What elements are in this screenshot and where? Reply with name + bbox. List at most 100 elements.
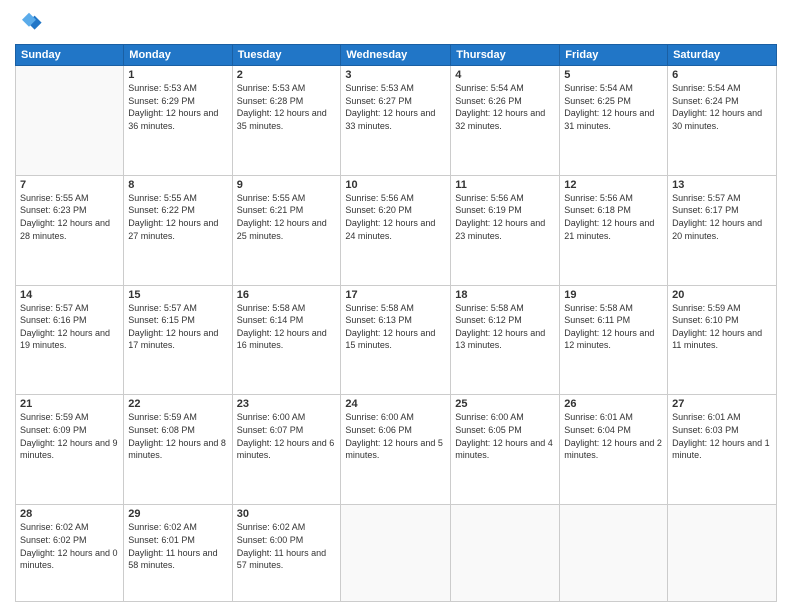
calendar-cell: 17Sunrise: 5:58 AMSunset: 6:13 PMDayligh… bbox=[341, 285, 451, 395]
day-info: Sunrise: 5:55 AMSunset: 6:22 PMDaylight:… bbox=[128, 192, 227, 242]
weekday-header-friday: Friday bbox=[560, 45, 668, 66]
day-info: Sunrise: 5:55 AMSunset: 6:21 PMDaylight:… bbox=[237, 192, 337, 242]
day-number: 1 bbox=[128, 69, 227, 81]
day-info: Sunrise: 5:53 AMSunset: 6:27 PMDaylight:… bbox=[345, 82, 446, 132]
weekday-header-saturday: Saturday bbox=[668, 45, 777, 66]
day-number: 19 bbox=[564, 289, 663, 301]
logo bbox=[15, 10, 47, 38]
day-info: Sunrise: 5:59 AMSunset: 6:10 PMDaylight:… bbox=[672, 302, 772, 352]
day-number: 8 bbox=[128, 179, 227, 191]
day-number: 17 bbox=[345, 289, 446, 301]
day-number: 22 bbox=[128, 398, 227, 410]
day-number: 30 bbox=[237, 508, 337, 520]
day-number: 18 bbox=[455, 289, 555, 301]
weekday-header-row: SundayMondayTuesdayWednesdayThursdayFrid… bbox=[16, 45, 777, 66]
week-row-1: 1Sunrise: 5:53 AMSunset: 6:29 PMDaylight… bbox=[16, 66, 777, 176]
day-info: Sunrise: 5:56 AMSunset: 6:18 PMDaylight:… bbox=[564, 192, 663, 242]
day-info: Sunrise: 6:00 AMSunset: 6:06 PMDaylight:… bbox=[345, 411, 446, 461]
day-info: Sunrise: 5:54 AMSunset: 6:25 PMDaylight:… bbox=[564, 82, 663, 132]
day-number: 12 bbox=[564, 179, 663, 191]
calendar-cell bbox=[560, 505, 668, 602]
calendar-cell: 20Sunrise: 5:59 AMSunset: 6:10 PMDayligh… bbox=[668, 285, 777, 395]
calendar-cell bbox=[668, 505, 777, 602]
calendar-cell: 2Sunrise: 5:53 AMSunset: 6:28 PMDaylight… bbox=[232, 66, 341, 176]
day-info: Sunrise: 5:58 AMSunset: 6:12 PMDaylight:… bbox=[455, 302, 555, 352]
day-number: 23 bbox=[237, 398, 337, 410]
day-info: Sunrise: 6:01 AMSunset: 6:03 PMDaylight:… bbox=[672, 411, 772, 461]
day-number: 27 bbox=[672, 398, 772, 410]
day-number: 26 bbox=[564, 398, 663, 410]
calendar-cell: 22Sunrise: 5:59 AMSunset: 6:08 PMDayligh… bbox=[124, 395, 232, 505]
day-info: Sunrise: 6:00 AMSunset: 6:05 PMDaylight:… bbox=[455, 411, 555, 461]
day-number: 14 bbox=[20, 289, 119, 301]
day-number: 21 bbox=[20, 398, 119, 410]
day-info: Sunrise: 5:53 AMSunset: 6:28 PMDaylight:… bbox=[237, 82, 337, 132]
calendar-cell: 4Sunrise: 5:54 AMSunset: 6:26 PMDaylight… bbox=[451, 66, 560, 176]
day-info: Sunrise: 6:02 AMSunset: 6:00 PMDaylight:… bbox=[237, 521, 337, 571]
day-info: Sunrise: 5:55 AMSunset: 6:23 PMDaylight:… bbox=[20, 192, 119, 242]
day-info: Sunrise: 6:01 AMSunset: 6:04 PMDaylight:… bbox=[564, 411, 663, 461]
calendar-cell: 19Sunrise: 5:58 AMSunset: 6:11 PMDayligh… bbox=[560, 285, 668, 395]
day-info: Sunrise: 5:59 AMSunset: 6:08 PMDaylight:… bbox=[128, 411, 227, 461]
calendar-cell bbox=[16, 66, 124, 176]
day-info: Sunrise: 5:58 AMSunset: 6:14 PMDaylight:… bbox=[237, 302, 337, 352]
week-row-5: 28Sunrise: 6:02 AMSunset: 6:02 PMDayligh… bbox=[16, 505, 777, 602]
day-info: Sunrise: 5:57 AMSunset: 6:16 PMDaylight:… bbox=[20, 302, 119, 352]
calendar-cell: 24Sunrise: 6:00 AMSunset: 6:06 PMDayligh… bbox=[341, 395, 451, 505]
day-info: Sunrise: 5:58 AMSunset: 6:11 PMDaylight:… bbox=[564, 302, 663, 352]
calendar-cell: 13Sunrise: 5:57 AMSunset: 6:17 PMDayligh… bbox=[668, 175, 777, 285]
calendar-cell: 5Sunrise: 5:54 AMSunset: 6:25 PMDaylight… bbox=[560, 66, 668, 176]
day-info: Sunrise: 5:57 AMSunset: 6:15 PMDaylight:… bbox=[128, 302, 227, 352]
calendar-cell: 6Sunrise: 5:54 AMSunset: 6:24 PMDaylight… bbox=[668, 66, 777, 176]
week-row-4: 21Sunrise: 5:59 AMSunset: 6:09 PMDayligh… bbox=[16, 395, 777, 505]
calendar-table: SundayMondayTuesdayWednesdayThursdayFrid… bbox=[15, 44, 777, 602]
calendar-cell: 21Sunrise: 5:59 AMSunset: 6:09 PMDayligh… bbox=[16, 395, 124, 505]
week-row-2: 7Sunrise: 5:55 AMSunset: 6:23 PMDaylight… bbox=[16, 175, 777, 285]
day-info: Sunrise: 6:02 AMSunset: 6:02 PMDaylight:… bbox=[20, 521, 119, 571]
day-number: 4 bbox=[455, 69, 555, 81]
calendar-cell: 14Sunrise: 5:57 AMSunset: 6:16 PMDayligh… bbox=[16, 285, 124, 395]
day-number: 10 bbox=[345, 179, 446, 191]
calendar-cell: 1Sunrise: 5:53 AMSunset: 6:29 PMDaylight… bbox=[124, 66, 232, 176]
calendar-cell: 10Sunrise: 5:56 AMSunset: 6:20 PMDayligh… bbox=[341, 175, 451, 285]
day-number: 15 bbox=[128, 289, 227, 301]
day-info: Sunrise: 5:54 AMSunset: 6:26 PMDaylight:… bbox=[455, 82, 555, 132]
logo-icon bbox=[15, 10, 43, 38]
week-row-3: 14Sunrise: 5:57 AMSunset: 6:16 PMDayligh… bbox=[16, 285, 777, 395]
day-number: 6 bbox=[672, 69, 772, 81]
day-info: Sunrise: 5:57 AMSunset: 6:17 PMDaylight:… bbox=[672, 192, 772, 242]
calendar-cell: 16Sunrise: 5:58 AMSunset: 6:14 PMDayligh… bbox=[232, 285, 341, 395]
day-number: 28 bbox=[20, 508, 119, 520]
day-info: Sunrise: 5:54 AMSunset: 6:24 PMDaylight:… bbox=[672, 82, 772, 132]
day-number: 25 bbox=[455, 398, 555, 410]
calendar-cell bbox=[451, 505, 560, 602]
day-number: 11 bbox=[455, 179, 555, 191]
calendar-cell: 11Sunrise: 5:56 AMSunset: 6:19 PMDayligh… bbox=[451, 175, 560, 285]
day-info: Sunrise: 5:53 AMSunset: 6:29 PMDaylight:… bbox=[128, 82, 227, 132]
day-number: 20 bbox=[672, 289, 772, 301]
calendar-cell: 18Sunrise: 5:58 AMSunset: 6:12 PMDayligh… bbox=[451, 285, 560, 395]
day-number: 24 bbox=[345, 398, 446, 410]
calendar-cell: 7Sunrise: 5:55 AMSunset: 6:23 PMDaylight… bbox=[16, 175, 124, 285]
day-info: Sunrise: 5:58 AMSunset: 6:13 PMDaylight:… bbox=[345, 302, 446, 352]
page: SundayMondayTuesdayWednesdayThursdayFrid… bbox=[0, 0, 792, 612]
day-number: 13 bbox=[672, 179, 772, 191]
day-info: Sunrise: 5:59 AMSunset: 6:09 PMDaylight:… bbox=[20, 411, 119, 461]
calendar-cell: 12Sunrise: 5:56 AMSunset: 6:18 PMDayligh… bbox=[560, 175, 668, 285]
calendar-cell: 8Sunrise: 5:55 AMSunset: 6:22 PMDaylight… bbox=[124, 175, 232, 285]
day-number: 5 bbox=[564, 69, 663, 81]
weekday-header-sunday: Sunday bbox=[16, 45, 124, 66]
day-number: 9 bbox=[237, 179, 337, 191]
day-info: Sunrise: 6:00 AMSunset: 6:07 PMDaylight:… bbox=[237, 411, 337, 461]
calendar-cell: 3Sunrise: 5:53 AMSunset: 6:27 PMDaylight… bbox=[341, 66, 451, 176]
header bbox=[15, 10, 777, 38]
day-number: 2 bbox=[237, 69, 337, 81]
day-number: 16 bbox=[237, 289, 337, 301]
day-info: Sunrise: 6:02 AMSunset: 6:01 PMDaylight:… bbox=[128, 521, 227, 571]
calendar-cell: 15Sunrise: 5:57 AMSunset: 6:15 PMDayligh… bbox=[124, 285, 232, 395]
calendar-cell: 29Sunrise: 6:02 AMSunset: 6:01 PMDayligh… bbox=[124, 505, 232, 602]
weekday-header-wednesday: Wednesday bbox=[341, 45, 451, 66]
weekday-header-thursday: Thursday bbox=[451, 45, 560, 66]
calendar-cell: 28Sunrise: 6:02 AMSunset: 6:02 PMDayligh… bbox=[16, 505, 124, 602]
calendar-cell: 9Sunrise: 5:55 AMSunset: 6:21 PMDaylight… bbox=[232, 175, 341, 285]
